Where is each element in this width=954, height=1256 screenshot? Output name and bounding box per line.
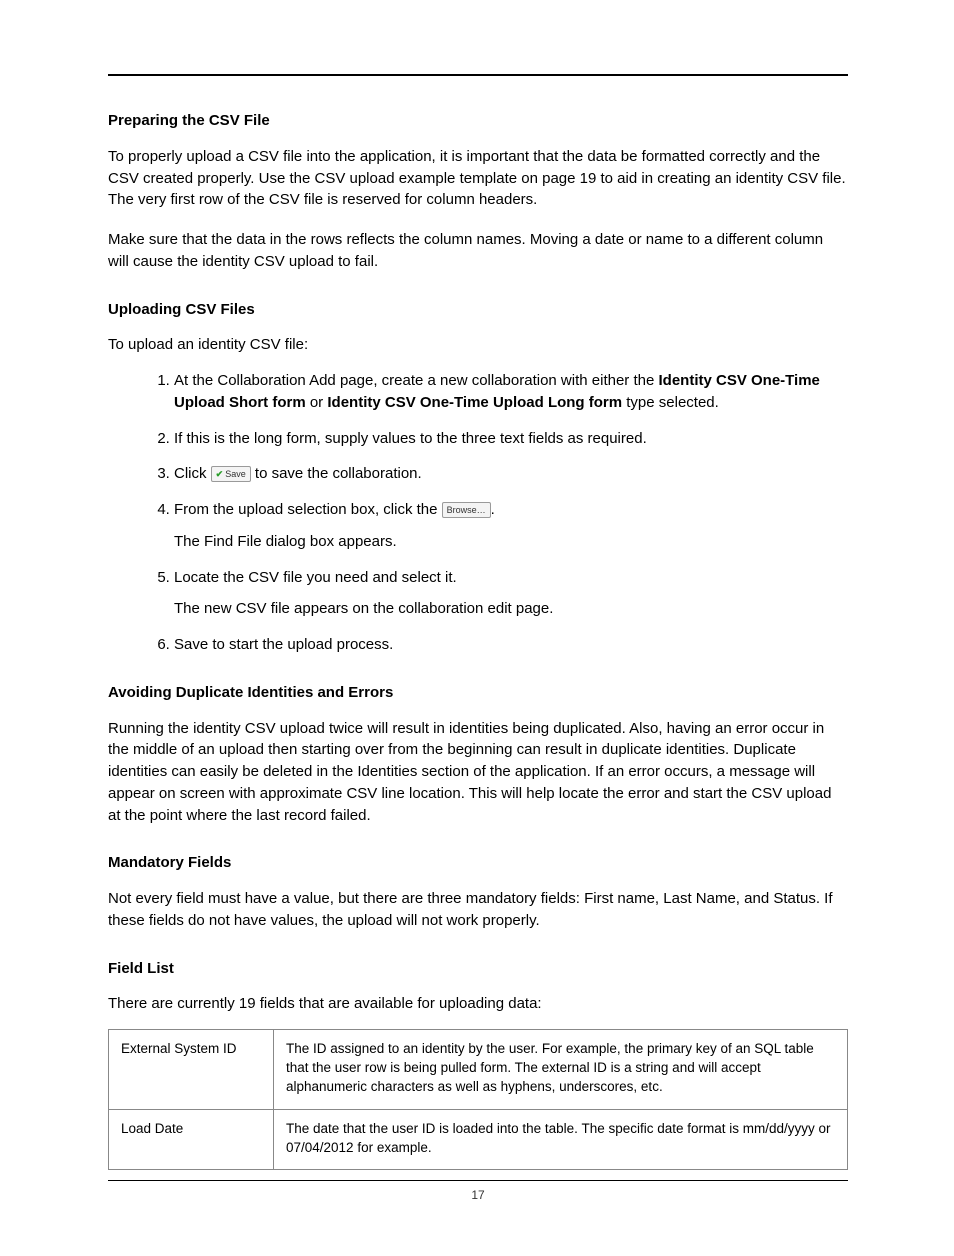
step-text: From the upload selection box, click the — [174, 501, 442, 518]
list-item: Locate the CSV file you need and select … — [174, 567, 848, 621]
step-subtext: The new CSV file appears on the collabor… — [174, 598, 848, 620]
field-table: External System ID The ID assigned to an… — [108, 1029, 848, 1170]
step-text: If this is the long form, supply values … — [174, 430, 647, 447]
top-horizontal-rule — [108, 74, 848, 76]
section-preparing: Preparing the CSV File To properly uploa… — [108, 110, 848, 273]
lead-text: There are currently 19 fields that are a… — [108, 993, 848, 1015]
check-icon: ✔ — [216, 469, 224, 479]
field-desc-cell: The ID assigned to an identity by the us… — [274, 1030, 848, 1110]
step-text: Click — [174, 465, 211, 482]
document-page: Preparing the CSV File To properly uploa… — [0, 0, 954, 1256]
bold-text: Identity CSV One-Time Upload Long form — [327, 394, 622, 411]
list-item: If this is the long form, supply values … — [174, 428, 848, 450]
section-avoiding: Avoiding Duplicate Identities and Errors… — [108, 682, 848, 827]
heading-avoiding: Avoiding Duplicate Identities and Errors — [108, 682, 848, 704]
steps-list: At the Collaboration Add page, create a … — [108, 370, 848, 656]
page-number: 17 — [471, 1188, 484, 1202]
save-button-image: ✔Save — [211, 466, 251, 482]
step-text: or — [306, 394, 328, 411]
section-mandatory: Mandatory Fields Not every field must ha… — [108, 852, 848, 931]
step-subtext: The Find File dialog box appears. — [174, 531, 848, 553]
table-row: Load Date The date that the user ID is l… — [109, 1109, 848, 1170]
heading-uploading: Uploading CSV Files — [108, 299, 848, 321]
browse-button-image: Browse… — [442, 502, 491, 518]
paragraph: Make sure that the data in the rows refl… — [108, 229, 848, 273]
section-fieldlist: Field List There are currently 19 fields… — [108, 958, 848, 1171]
section-uploading: Uploading CSV Files To upload an identit… — [108, 299, 848, 656]
page-footer: 17 — [108, 1180, 848, 1204]
step-text: to save the collaboration. — [255, 465, 422, 482]
list-item: Save to start the upload process. — [174, 634, 848, 656]
field-name-cell: Load Date — [109, 1109, 274, 1170]
heading-preparing: Preparing the CSV File — [108, 110, 848, 132]
heading-fieldlist: Field List — [108, 958, 848, 980]
table-row: External System ID The ID assigned to an… — [109, 1030, 848, 1110]
field-desc-cell: The date that the user ID is loaded into… — [274, 1109, 848, 1170]
paragraph: To properly upload a CSV file into the a… — [108, 146, 848, 211]
paragraph: Not every field must have a value, but t… — [108, 888, 848, 932]
step-text: Save to start the upload process. — [174, 636, 393, 653]
list-item: Click ✔Save to save the collaboration. — [174, 463, 848, 485]
heading-mandatory: Mandatory Fields — [108, 852, 848, 874]
step-text: Locate the CSV file you need and select … — [174, 569, 457, 586]
field-name-cell: External System ID — [109, 1030, 274, 1110]
browse-button-label: Browse… — [447, 505, 486, 515]
lead-text: To upload an identity CSV file: — [108, 334, 848, 356]
paragraph: Running the identity CSV upload twice wi… — [108, 718, 848, 827]
list-item: From the upload selection box, click the… — [174, 499, 848, 553]
save-button-label: Save — [225, 469, 246, 479]
step-text: type selected. — [622, 394, 719, 411]
step-text: . — [491, 501, 495, 518]
list-item: At the Collaboration Add page, create a … — [174, 370, 848, 414]
step-text: At the Collaboration Add page, create a … — [174, 372, 658, 389]
